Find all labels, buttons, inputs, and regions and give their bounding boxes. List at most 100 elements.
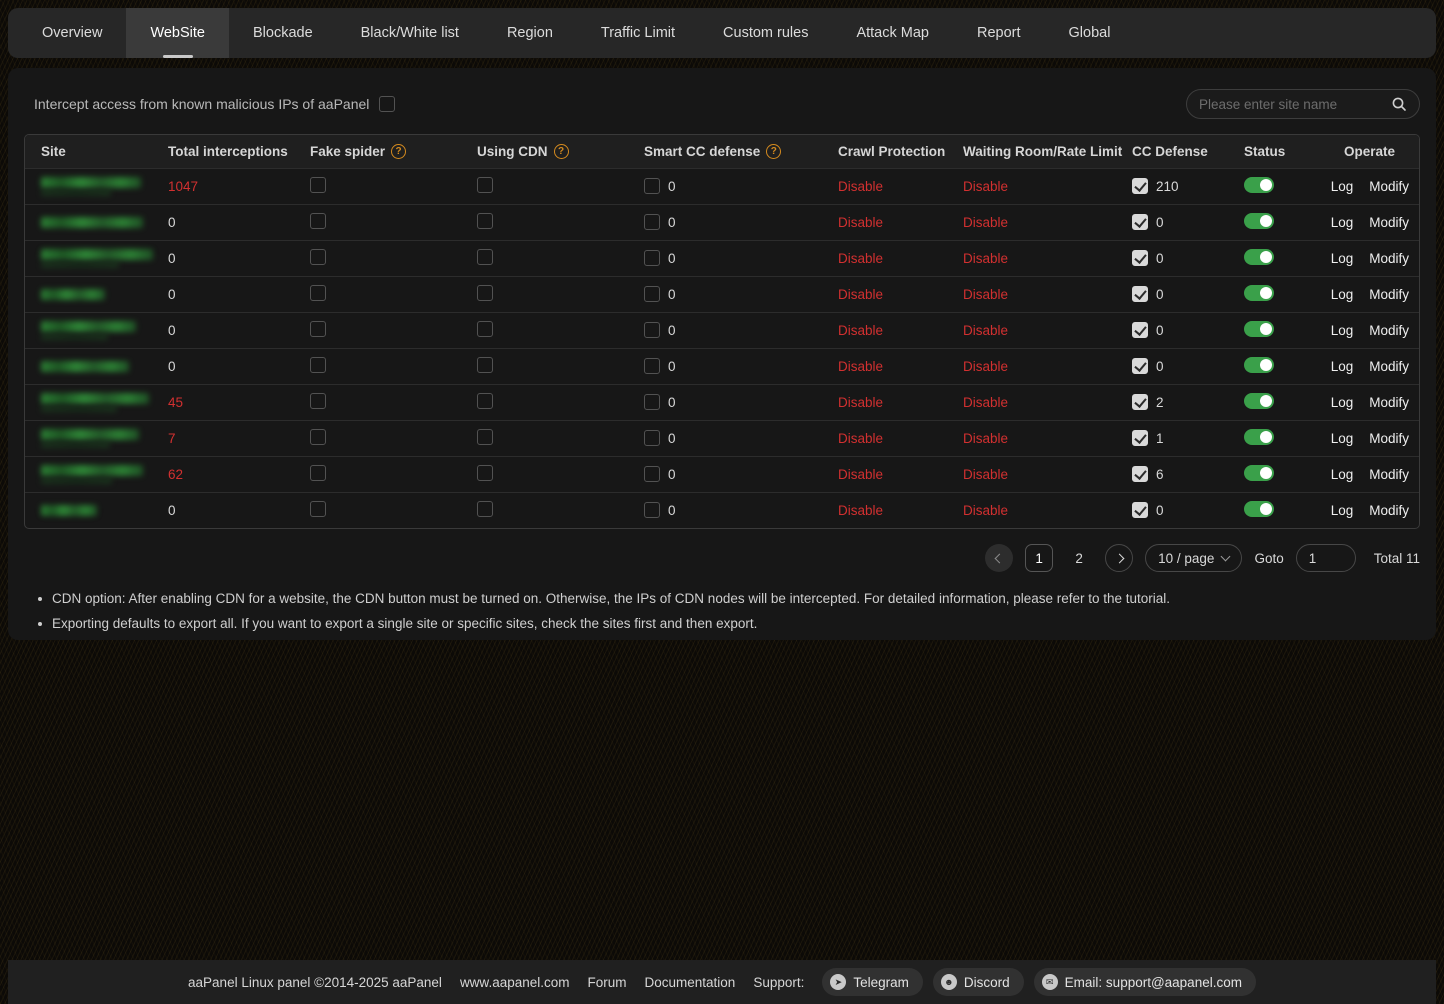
status-toggle[interactable] <box>1244 321 1274 337</box>
using-cdn-checkbox[interactable] <box>477 285 493 301</box>
log-link[interactable]: Log <box>1331 179 1354 194</box>
crawl-protection-link[interactable]: Disable <box>838 323 883 338</box>
using-cdn-checkbox[interactable] <box>477 249 493 265</box>
cc-defense-checkbox[interactable] <box>1132 466 1148 482</box>
smart-cc-checkbox[interactable] <box>644 466 660 482</box>
crawl-protection-link[interactable]: Disable <box>838 431 883 446</box>
status-toggle[interactable] <box>1244 285 1274 301</box>
tab-region[interactable]: Region <box>483 8 577 58</box>
cc-defense-checkbox[interactable] <box>1132 502 1148 518</box>
status-toggle[interactable] <box>1244 213 1274 229</box>
footer-website-link[interactable]: www.aapanel.com <box>460 975 570 990</box>
cc-defense-checkbox[interactable] <box>1132 322 1148 338</box>
search-icon[interactable] <box>1391 96 1407 112</box>
modify-link[interactable]: Modify <box>1369 503 1409 518</box>
discord-button[interactable]: ☻Discord <box>933 968 1024 996</box>
page-size-select[interactable]: 10 / page <box>1145 544 1242 572</box>
crawl-protection-link[interactable]: Disable <box>838 287 883 302</box>
cc-defense-checkbox[interactable] <box>1132 430 1148 446</box>
smart-cc-checkbox[interactable] <box>644 430 660 446</box>
smart-cc-checkbox[interactable] <box>644 394 660 410</box>
log-link[interactable]: Log <box>1331 251 1354 266</box>
smart-cc-checkbox[interactable] <box>644 502 660 518</box>
crawl-protection-link[interactable]: Disable <box>838 395 883 410</box>
intercept-checkbox[interactable] <box>379 96 395 112</box>
using-cdn-checkbox[interactable] <box>477 393 493 409</box>
log-link[interactable]: Log <box>1331 395 1354 410</box>
help-icon[interactable]: ? <box>391 144 406 159</box>
log-link[interactable]: Log <box>1331 359 1354 374</box>
status-toggle[interactable] <box>1244 357 1274 373</box>
status-toggle[interactable] <box>1244 465 1274 481</box>
status-toggle[interactable] <box>1244 501 1274 517</box>
fake-spider-checkbox[interactable] <box>310 321 326 337</box>
log-link[interactable]: Log <box>1331 431 1354 446</box>
waiting-room-link[interactable]: Disable <box>963 431 1008 446</box>
next-page-button[interactable] <box>1105 544 1133 572</box>
tab-website[interactable]: WebSite <box>126 8 229 58</box>
cc-defense-checkbox[interactable] <box>1132 358 1148 374</box>
fake-spider-checkbox[interactable] <box>310 429 326 445</box>
using-cdn-checkbox[interactable] <box>477 177 493 193</box>
waiting-room-link[interactable]: Disable <box>963 467 1008 482</box>
crawl-protection-link[interactable]: Disable <box>838 359 883 374</box>
fake-spider-checkbox[interactable] <box>310 465 326 481</box>
log-link[interactable]: Log <box>1331 323 1354 338</box>
waiting-room-link[interactable]: Disable <box>963 503 1008 518</box>
smart-cc-checkbox[interactable] <box>644 214 660 230</box>
page-button-1[interactable]: 1 <box>1025 544 1053 572</box>
email-support-button[interactable]: ✉Email: support@aapanel.com <box>1034 968 1256 996</box>
waiting-room-link[interactable]: Disable <box>963 215 1008 230</box>
modify-link[interactable]: Modify <box>1369 467 1409 482</box>
fake-spider-checkbox[interactable] <box>310 249 326 265</box>
goto-page-input[interactable] <box>1296 544 1356 572</box>
cc-defense-checkbox[interactable] <box>1132 394 1148 410</box>
status-toggle[interactable] <box>1244 393 1274 409</box>
using-cdn-checkbox[interactable] <box>477 357 493 373</box>
status-toggle[interactable] <box>1244 429 1274 445</box>
smart-cc-checkbox[interactable] <box>644 358 660 374</box>
fake-spider-checkbox[interactable] <box>310 501 326 517</box>
telegram-button[interactable]: ➤Telegram <box>822 968 923 996</box>
help-icon[interactable]: ? <box>766 144 781 159</box>
log-link[interactable]: Log <box>1331 215 1354 230</box>
crawl-protection-link[interactable]: Disable <box>838 215 883 230</box>
cc-defense-checkbox[interactable] <box>1132 178 1148 194</box>
tab-black-white-list[interactable]: Black/White list <box>337 8 483 58</box>
tab-blockade[interactable]: Blockade <box>229 8 337 58</box>
help-icon[interactable]: ? <box>554 144 569 159</box>
tab-custom-rules[interactable]: Custom rules <box>699 8 832 58</box>
waiting-room-link[interactable]: Disable <box>963 359 1008 374</box>
tab-traffic-limit[interactable]: Traffic Limit <box>577 8 699 58</box>
prev-page-button[interactable] <box>985 544 1013 572</box>
modify-link[interactable]: Modify <box>1369 395 1409 410</box>
tab-report[interactable]: Report <box>953 8 1045 58</box>
tab-overview[interactable]: Overview <box>18 8 126 58</box>
waiting-room-link[interactable]: Disable <box>963 395 1008 410</box>
fake-spider-checkbox[interactable] <box>310 393 326 409</box>
using-cdn-checkbox[interactable] <box>477 321 493 337</box>
tab-attack-map[interactable]: Attack Map <box>832 8 953 58</box>
smart-cc-checkbox[interactable] <box>644 178 660 194</box>
footer-link-documentation[interactable]: Documentation <box>645 975 736 990</box>
using-cdn-checkbox[interactable] <box>477 213 493 229</box>
status-toggle[interactable] <box>1244 177 1274 193</box>
modify-link[interactable]: Modify <box>1369 323 1409 338</box>
log-link[interactable]: Log <box>1331 287 1354 302</box>
cc-defense-checkbox[interactable] <box>1132 214 1148 230</box>
using-cdn-checkbox[interactable] <box>477 465 493 481</box>
crawl-protection-link[interactable]: Disable <box>838 503 883 518</box>
search-input[interactable] <box>1199 97 1383 112</box>
fake-spider-checkbox[interactable] <box>310 177 326 193</box>
fake-spider-checkbox[interactable] <box>310 285 326 301</box>
tab-global[interactable]: Global <box>1045 8 1135 58</box>
waiting-room-link[interactable]: Disable <box>963 287 1008 302</box>
page-button-2[interactable]: 2 <box>1065 544 1093 572</box>
smart-cc-checkbox[interactable] <box>644 286 660 302</box>
log-link[interactable]: Log <box>1331 467 1354 482</box>
modify-link[interactable]: Modify <box>1369 251 1409 266</box>
status-toggle[interactable] <box>1244 249 1274 265</box>
modify-link[interactable]: Modify <box>1369 431 1409 446</box>
using-cdn-checkbox[interactable] <box>477 501 493 517</box>
cc-defense-checkbox[interactable] <box>1132 250 1148 266</box>
